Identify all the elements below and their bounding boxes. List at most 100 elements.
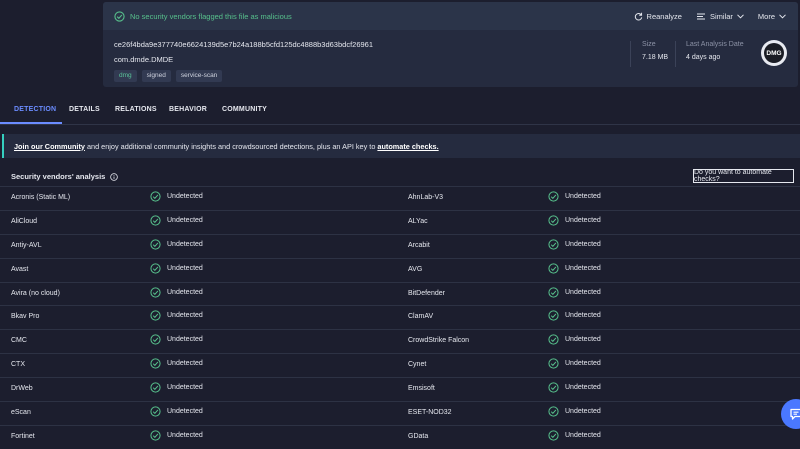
detection-status: Undetected: [548, 286, 601, 298]
automate-checks-button[interactable]: Do you want to automate checks?: [693, 169, 794, 183]
check-circle-icon: [150, 310, 161, 322]
table-row: CMC Undetected CrowdStrike Falcon Undetecte…: [0, 329, 800, 353]
status-label: Undetected: [167, 288, 203, 296]
vendor-name: BitDefender: [408, 289, 445, 297]
detection-status: Undetected: [150, 215, 203, 226]
file-summary-card: No security vendors flagged this file as…: [103, 2, 798, 87]
info-icon[interactable]: [110, 172, 119, 181]
analysis-title-text: Security vendors' analysis: [11, 172, 106, 181]
check-circle-icon: [548, 239, 559, 250]
vendor-name: Avast: [11, 265, 29, 273]
vendor-name: DrWeb: [11, 385, 33, 393]
status-label: Undetected: [167, 384, 203, 392]
status-label: Undetected: [167, 408, 203, 416]
vendor-name: AVG: [408, 265, 423, 273]
tab-relations[interactable]: RELATIONS: [115, 106, 157, 113]
table-row: DrWeb Undetected Emsisoft Undetected: [0, 377, 800, 401]
vendor-name: Arcabit: [408, 241, 430, 249]
tab-behavior[interactable]: BEHAVIOR: [169, 106, 207, 113]
detection-status: Undetected: [548, 215, 601, 226]
status-label: Undetected: [565, 216, 601, 224]
check-circle-icon: [548, 382, 559, 393]
tab-detection[interactable]: DETECTION: [14, 106, 56, 113]
tag-dmg[interactable]: dmg: [114, 70, 137, 82]
detection-status: Undetected: [548, 310, 601, 322]
more-button[interactable]: More: [758, 12, 786, 21]
table-row: Avira (no cloud) Undetected BitDefender Und…: [0, 281, 800, 306]
detection-status: Undetected: [150, 406, 203, 417]
tab-details[interactable]: DETAILS: [69, 106, 100, 113]
table-row: Antiy-AVL Undetected Arcabit Undetected: [0, 233, 800, 258]
detection-status: Undetected: [150, 310, 203, 322]
detection-status: Undetected: [150, 286, 203, 298]
check-circle-icon: [548, 215, 559, 226]
check-circle-icon: [150, 191, 161, 202]
last-analysis-value: 4 days ago: [686, 54, 721, 61]
vendor-name: GData: [408, 432, 429, 440]
chat-icon: [789, 408, 800, 421]
check-circle-icon: [150, 358, 161, 369]
verdict-banner: No security vendors flagged this file as…: [103, 2, 798, 30]
vendor-name: ClamAV: [408, 313, 434, 321]
status-label: Undetected: [565, 384, 601, 392]
tag-signed[interactable]: signed: [141, 70, 171, 82]
reanalyze-button[interactable]: Reanalyze: [634, 12, 682, 21]
status-label: Undetected: [167, 336, 203, 344]
tag-service-scan[interactable]: service-scan: [175, 70, 223, 82]
detection-status: Undetected: [150, 430, 203, 441]
vendor-name: Emsisoft: [408, 385, 435, 393]
status-label: Undetected: [565, 240, 601, 248]
status-label: Undetected: [167, 360, 203, 368]
verdict-message: No security vendors flagged this file as…: [114, 10, 292, 22]
status-label: Undetected: [167, 264, 203, 272]
detection-status: Undetected: [150, 263, 203, 274]
check-circle-icon: [548, 191, 559, 202]
active-tab-indicator: [0, 122, 62, 124]
divider: [630, 41, 631, 67]
vendor-name: CrowdStrike Falcon: [408, 337, 470, 345]
check-circle-icon: [150, 215, 161, 226]
file-hash[interactable]: ce26f4bda9e377740e6624139d5e7b24a188b5cf…: [114, 40, 373, 49]
status-label: Undetected: [565, 336, 601, 344]
detection-status: Undetected: [150, 334, 203, 345]
check-circle-icon: [548, 430, 559, 441]
tab-community[interactable]: COMMUNITY: [222, 106, 267, 113]
table-row: AliCloud Undetected ALYac Undetected: [0, 209, 800, 234]
chevron-down-icon: [737, 13, 744, 19]
community-middle-text: and enjoy additional community insights …: [84, 141, 378, 151]
detection-status: Undetected: [548, 191, 601, 202]
table-row: Acronis (Static ML) Undetected AhnLab-V3 Un…: [0, 186, 800, 210]
detection-status: Undetected: [548, 263, 601, 274]
vendor-name: AhnLab-V3: [408, 194, 444, 201]
status-label: Undetected: [167, 240, 203, 248]
automate-checks-link[interactable]: automate checks.: [377, 142, 438, 151]
refresh-icon: [634, 12, 643, 21]
analysis-header: Security vendors' analysis Do you want t…: [0, 167, 800, 185]
status-label: Undetected: [565, 288, 601, 296]
analysis-title: Security vendors' analysis: [11, 172, 119, 181]
detection-status: Undetected: [150, 191, 203, 202]
table-row: eScan Undetected ESET-NOD32 Undetected: [0, 401, 800, 425]
check-circle-icon: [548, 286, 559, 298]
similar-button[interactable]: Similar: [696, 12, 744, 21]
detection-status: Undetected: [548, 382, 601, 393]
detection-status: Undetected: [548, 430, 601, 441]
join-community-link[interactable]: Join our Community: [14, 142, 85, 151]
status-label: Undetected: [167, 216, 203, 224]
table-row: CTX Undetected Cynet Undetected: [0, 353, 800, 377]
status-label: Undetected: [565, 264, 601, 272]
status-label: Undetected: [565, 431, 601, 439]
reanalyze-label: Reanalyze: [646, 11, 682, 21]
detection-status: Undetected: [548, 358, 601, 369]
vendor-table: Acronis (Static ML) Undetected AhnLab-V3 Un…: [0, 186, 800, 449]
status-label: Undetected: [167, 431, 203, 439]
file-tags: dmg signed service-scan: [114, 70, 223, 82]
check-circle-icon: [150, 334, 161, 345]
status-label: Undetected: [565, 312, 601, 320]
vendor-name: Acronis (Static ML): [11, 194, 71, 201]
check-circle-icon: [548, 334, 559, 345]
tab-bar: DETECTION DETAILS RELATIONS BEHAVIOR COM…: [0, 96, 800, 125]
check-circle-icon: [150, 430, 161, 441]
size-value: 7.18 MB: [642, 54, 669, 61]
check-circle-icon: [114, 10, 125, 22]
